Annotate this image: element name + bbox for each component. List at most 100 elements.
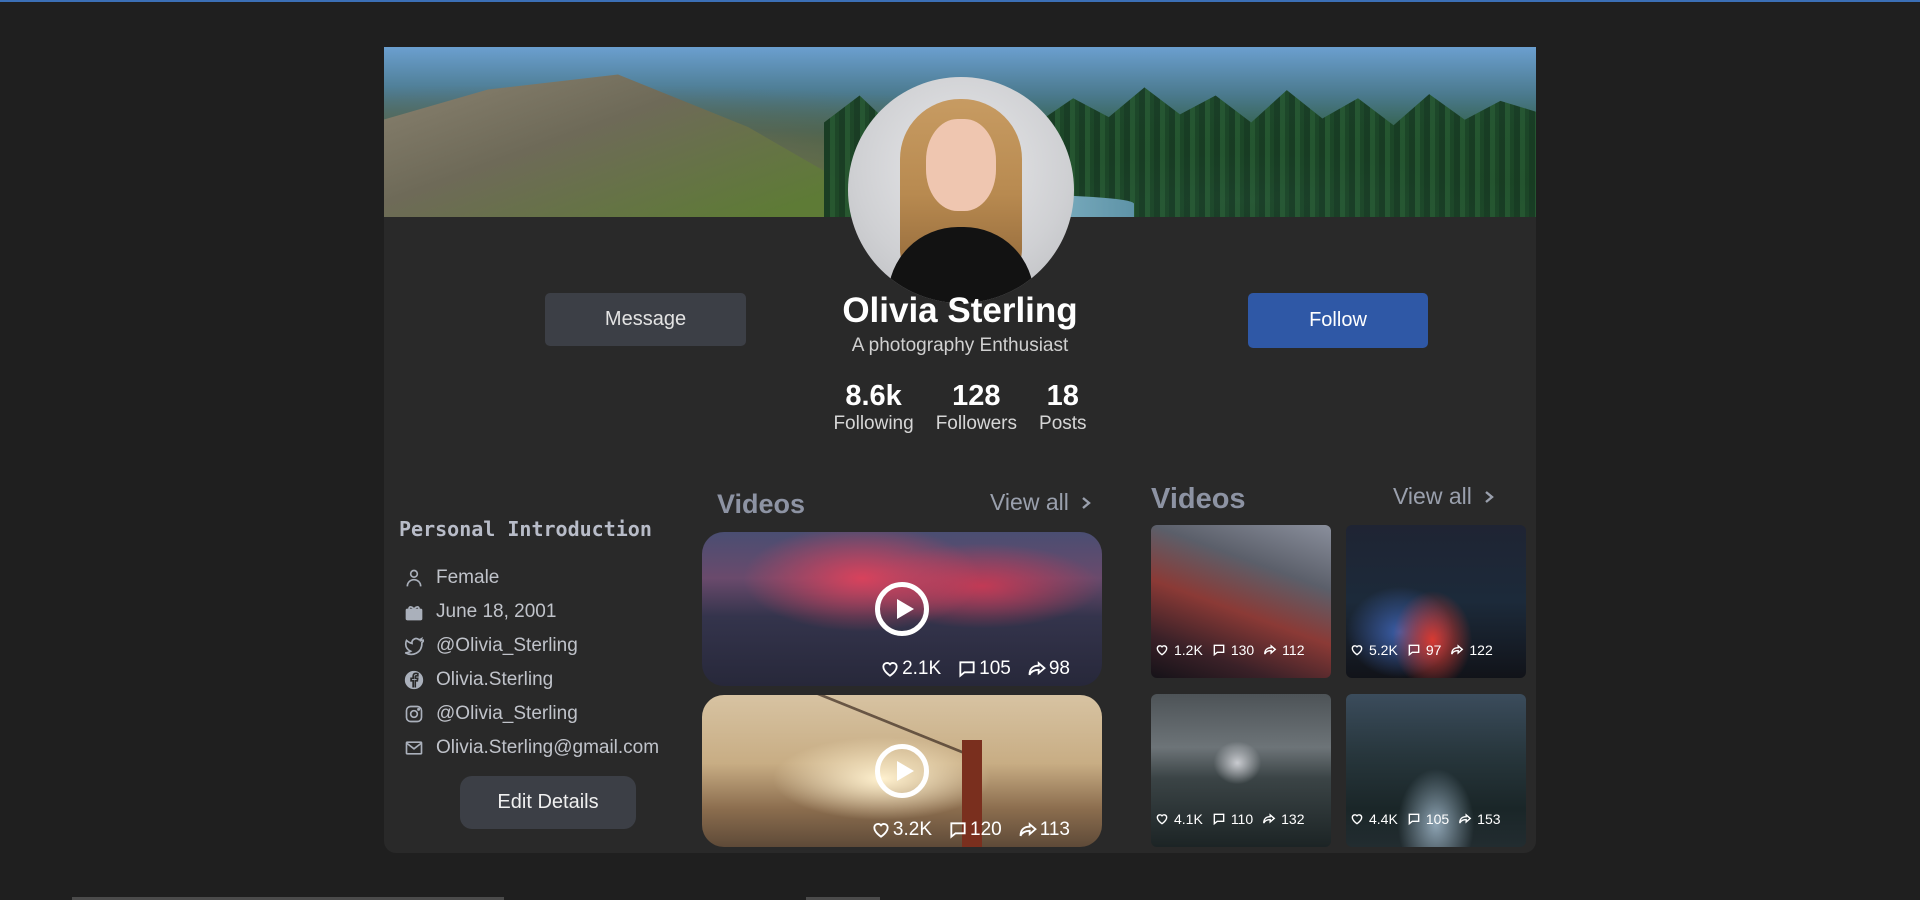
comments-stat[interactable]: 120 xyxy=(948,819,1002,841)
intro-item-text: @Olivia_Sterling xyxy=(436,703,578,724)
intro-item-text: June 18, 2001 xyxy=(436,601,557,622)
intro-item-text: Olivia.Sterling xyxy=(436,669,554,690)
comments-stat[interactable]: 105 xyxy=(957,658,1011,680)
intro-item-facebook[interactable]: Olivia.Sterling xyxy=(404,663,659,697)
stat-value: 8.6k xyxy=(845,380,902,412)
videos-right-view-all[interactable]: View all xyxy=(1393,483,1496,510)
stat-label: Posts xyxy=(1039,413,1087,434)
video-thumbnail[interactable]: 1.2K 130 112 xyxy=(1151,525,1331,678)
video-thumbnail[interactable]: 5.2K 97 122 xyxy=(1346,525,1526,678)
videos-left-title: Videos xyxy=(717,489,806,519)
comments-count: 110 xyxy=(1230,811,1254,827)
comments-count: 97 xyxy=(1425,642,1442,658)
shares-count: 122 xyxy=(1469,642,1493,658)
top-accent-line xyxy=(0,0,1920,2)
view-all-label: View all xyxy=(990,489,1069,515)
video-thumbnail[interactable]: 4.1K 110 132 xyxy=(1151,694,1331,847)
intro-item-instagram[interactable]: @Olivia_Sterling xyxy=(404,697,659,731)
comments-stat: 130 xyxy=(1212,642,1254,658)
shares-stat[interactable]: 113 xyxy=(1018,819,1070,841)
stat-label: Followers xyxy=(935,413,1018,434)
intro-item-email[interactable]: Olivia.Sterling@gmail.com xyxy=(404,731,659,765)
shares-count: 132 xyxy=(1281,811,1305,827)
heart-icon xyxy=(1351,645,1363,656)
intro-item-birthday: June 18, 2001 xyxy=(404,595,659,629)
videos-right-title: Videos xyxy=(1151,483,1246,515)
intro-item-twitter[interactable]: @Olivia_Sterling xyxy=(404,629,659,663)
shares-count: 153 xyxy=(1477,811,1501,827)
likes-stat[interactable]: 3.2K xyxy=(871,819,932,841)
chevron-right-icon xyxy=(1485,490,1494,503)
stat-following[interactable]: 8.6k Following xyxy=(833,380,913,436)
likes-stat: 4.1K xyxy=(1155,811,1203,827)
likes-count: 5.2K xyxy=(1369,642,1398,658)
thumbnail-stats: 1.2K 130 112 xyxy=(1155,642,1305,658)
shares-stat: 153 xyxy=(1458,811,1501,827)
likes-stat: 4.4K xyxy=(1350,811,1398,827)
share-icon xyxy=(1019,822,1037,837)
profile-stats: 8.6k Following 128 Followers 18 Posts xyxy=(384,380,1536,436)
likes-stat: 5.2K xyxy=(1350,642,1398,658)
thumbnail-stats: 4.1K 110 132 xyxy=(1155,811,1305,827)
person-icon xyxy=(406,569,422,587)
comment-icon xyxy=(1213,813,1225,826)
heart-icon xyxy=(1351,814,1363,825)
comments-count: 105 xyxy=(979,658,1011,679)
comments-stat: 105 xyxy=(1407,811,1449,827)
play-icon[interactable] xyxy=(875,582,929,636)
video-card[interactable]: 2.1K 105 98 xyxy=(702,532,1102,686)
shares-count: 98 xyxy=(1048,658,1070,679)
video-card[interactable]: 3.2K 120 113 xyxy=(702,695,1102,847)
likes-stat[interactable]: 2.1K xyxy=(880,658,941,680)
comment-icon xyxy=(1213,644,1225,657)
intro-title: Personal Introduction xyxy=(399,517,652,541)
share-icon xyxy=(1459,813,1472,824)
thumbnail-stats: 5.2K 97 122 xyxy=(1350,642,1493,658)
heart-icon xyxy=(1156,645,1168,656)
view-all-label: View all xyxy=(1393,483,1472,509)
videos-left-view-all[interactable]: View all xyxy=(990,489,1093,516)
heart-icon xyxy=(873,823,889,838)
comment-icon xyxy=(950,822,966,839)
comments-count: 130 xyxy=(1230,642,1255,658)
video-stats: 2.1K 105 98 xyxy=(880,658,1070,680)
shares-count: 112 xyxy=(1282,642,1305,658)
follow-button[interactable]: Follow xyxy=(1248,293,1428,348)
likes-count: 4.4K xyxy=(1369,811,1398,827)
shares-stat: 112 xyxy=(1263,642,1305,658)
shares-stat: 132 xyxy=(1262,811,1305,827)
intro-item-text: @Olivia_Sterling xyxy=(436,635,578,656)
intro-item-text: Female xyxy=(436,567,500,588)
comments-stat: 97 xyxy=(1407,642,1442,658)
comments-stat: 110 xyxy=(1212,811,1253,827)
edit-details-button[interactable]: Edit Details xyxy=(460,776,636,829)
comments-count: 120 xyxy=(970,819,1002,840)
intro-item-gender: Female xyxy=(404,561,659,595)
instagram-icon xyxy=(405,705,423,723)
gift-icon xyxy=(405,606,423,621)
share-icon xyxy=(1263,813,1276,824)
intro-list: Female June 18, 2001 @Olivia_Sterling Ol… xyxy=(404,561,659,765)
likes-count: 3.2K xyxy=(892,819,932,840)
mail-icon xyxy=(405,741,423,755)
stat-value: 128 xyxy=(952,380,1001,412)
comment-icon xyxy=(1408,813,1420,826)
play-icon[interactable] xyxy=(875,744,929,798)
likes-count: 2.1K xyxy=(902,658,942,679)
intro-item-text: Olivia.Sterling@gmail.com xyxy=(436,737,660,758)
comment-icon xyxy=(959,661,975,678)
comments-count: 105 xyxy=(1425,811,1450,827)
thumbnail-stats: 4.4K 105 153 xyxy=(1350,811,1501,827)
shares-stat[interactable]: 98 xyxy=(1027,658,1070,680)
avatar[interactable] xyxy=(848,77,1074,303)
stat-posts[interactable]: 18 Posts xyxy=(1039,380,1087,436)
facebook-icon xyxy=(404,670,424,690)
stat-followers[interactable]: 128 Followers xyxy=(936,380,1017,436)
shares-count: 113 xyxy=(1039,819,1070,840)
chevron-right-icon xyxy=(1082,496,1091,509)
share-icon xyxy=(1028,661,1046,676)
heart-icon xyxy=(882,662,898,677)
avatar-face xyxy=(926,119,996,211)
heart-icon xyxy=(1156,814,1168,825)
video-thumbnail[interactable]: 4.4K 105 153 xyxy=(1346,694,1526,847)
